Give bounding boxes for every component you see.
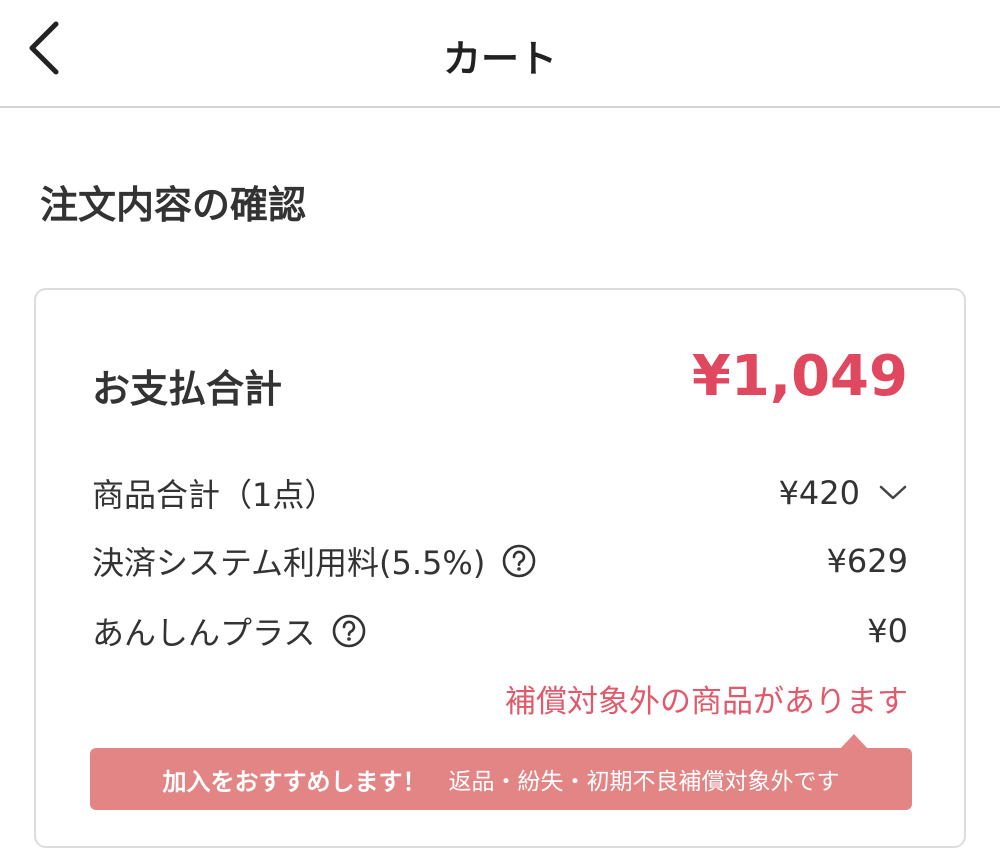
item-total-value: ¥420 (778, 474, 860, 512)
anshin-plus-label: あんしんプラス (92, 614, 316, 652)
total-value: ¥1,049 (691, 344, 908, 409)
system-fee-label: 決済システム利用料(5.5%) (92, 544, 486, 582)
page-title: カート (442, 37, 557, 81)
total-label: お支払合計 (92, 367, 283, 411)
recommend-banner[interactable]: 加入をおすすめします！ 返品・紛失・初期不良補償対象外です (90, 734, 912, 810)
app-header: カート (0, 0, 1000, 108)
chevron-down-icon[interactable] (878, 483, 908, 503)
banner-sub-text: 返品・紛失・初期不良補償対象外です (448, 769, 840, 795)
anshin-plus-value: ¥0 (867, 612, 908, 650)
help-circle-icon[interactable] (501, 543, 537, 579)
banner-pointer (840, 734, 868, 749)
item-total-row[interactable]: 商品合計（1点） ¥420 (92, 468, 908, 518)
banner-strong-text: 加入をおすすめします！ (162, 767, 427, 796)
item-total-label: 商品合計（1点） (92, 476, 337, 514)
help-circle-icon[interactable] (331, 613, 367, 649)
section-title: 注文内容の確認 (40, 183, 307, 227)
warning-text: 補償対象外の商品があります (505, 684, 908, 720)
system-fee-value: ¥629 (826, 542, 908, 580)
anshin-plus-row: あんしんプラス ¥0 (92, 606, 908, 656)
payment-summary-card: お支払合計 ¥1,049 商品合計（1点） ¥420 決済システム利用料(5.5… (34, 288, 966, 848)
system-fee-row: 決済システム利用料(5.5%) ¥629 (92, 536, 908, 586)
